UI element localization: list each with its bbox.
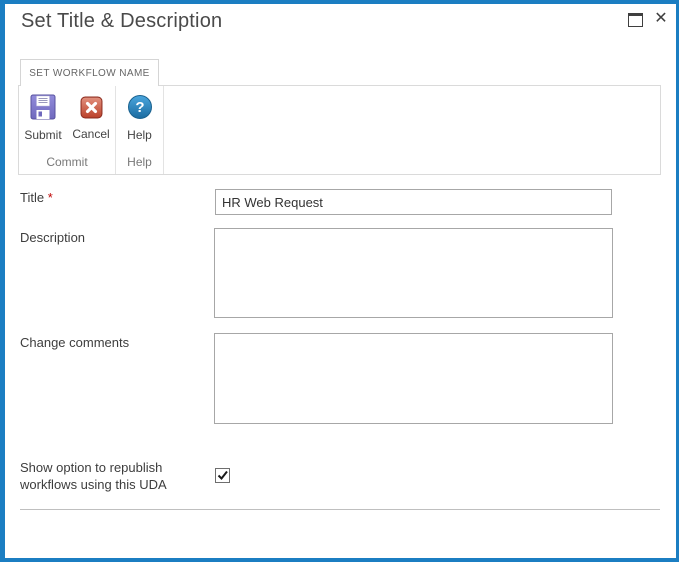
republish-checkbox[interactable] (215, 468, 230, 483)
required-marker: * (48, 190, 53, 205)
ribbon-group-help: ? Help Help (116, 86, 164, 174)
tab-set-workflow-name[interactable]: SET WORKFLOW NAME (20, 59, 159, 86)
title-input[interactable] (215, 189, 612, 215)
help-button[interactable]: ? Help (117, 92, 163, 144)
description-label: Description (20, 229, 85, 246)
title-label: Title * (20, 189, 53, 206)
submit-button-label: Submit (24, 128, 61, 142)
tab-label: SET WORKFLOW NAME (29, 68, 150, 79)
republish-label: Show option to republish workflows using… (20, 459, 198, 493)
set-title-description-dialog: Set Title & Description ✕ SET WORKFLOW N… (0, 0, 679, 562)
change-comments-textarea[interactable] (214, 333, 613, 424)
submit-button[interactable]: Submit (20, 92, 66, 144)
svg-text:?: ? (135, 99, 144, 116)
dialog-title: Set Title & Description (21, 10, 222, 33)
bottom-divider (20, 509, 660, 510)
save-floppy-icon (30, 94, 56, 125)
ribbon-group-label-help: Help (116, 155, 163, 169)
cancel-button-label: Cancel (72, 127, 109, 141)
change-comments-label: Change comments (20, 334, 129, 351)
ribbon-group-label-commit: Commit (19, 155, 115, 169)
ribbon-group-commit: Submit Canc (19, 86, 116, 174)
description-textarea[interactable] (214, 228, 613, 318)
cancel-x-icon (80, 94, 103, 124)
help-button-label: Help (127, 128, 152, 142)
close-icon[interactable]: ✕ (651, 8, 671, 30)
cancel-button[interactable]: Cancel (68, 92, 114, 144)
maximize-icon[interactable] (628, 13, 643, 27)
ribbon: Submit Canc (18, 85, 661, 175)
checkmark-icon (216, 469, 229, 482)
help-question-icon: ? (127, 94, 153, 125)
